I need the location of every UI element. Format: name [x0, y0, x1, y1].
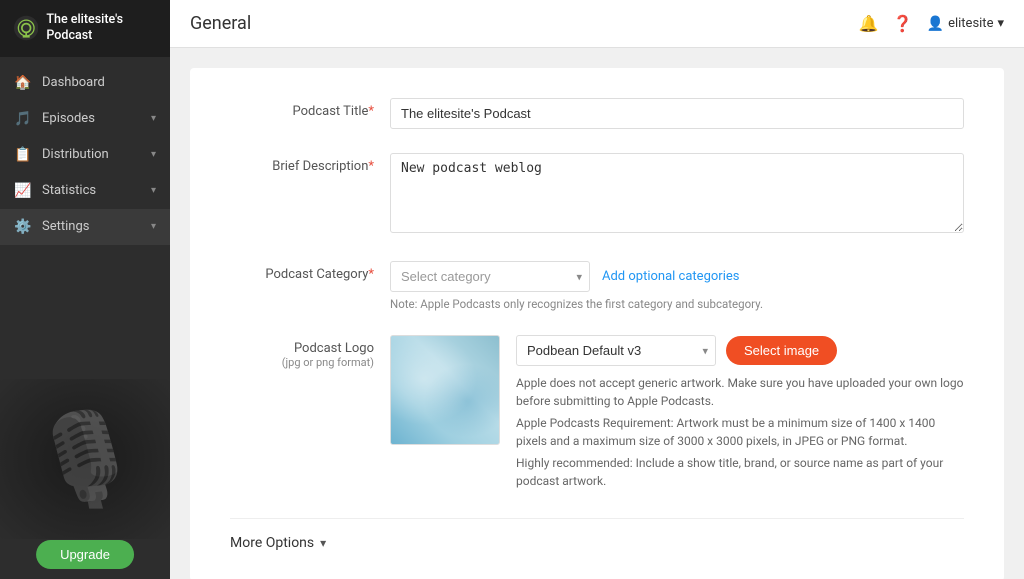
- sidebar-item-episodes[interactable]: 🎵 Episodes ▾: [0, 101, 170, 137]
- divider: [230, 518, 964, 519]
- category-label: Podcast Category*: [230, 261, 390, 282]
- user-label: elitesite: [948, 16, 993, 31]
- select-image-button[interactable]: Select image: [726, 336, 837, 365]
- logo-info-text: Apple does not accept generic artwork. M…: [516, 374, 964, 494]
- topbar: General 🔔 ❓ 👤 elitesite ▾: [170, 0, 1024, 48]
- topbar-actions: 🔔 ❓ 👤 elitesite ▾: [859, 14, 1004, 33]
- logo-info-2: Apple Podcasts Requirement: Artwork must…: [516, 414, 964, 450]
- user-menu-arrow-icon: ▾: [997, 16, 1004, 31]
- sidebar-header: The elitesite's Podcast: [0, 0, 170, 57]
- episodes-icon: 🎵: [14, 111, 32, 127]
- sidebar-item-statistics[interactable]: 📈 Statistics ▾: [0, 173, 170, 209]
- logo-content-row: Podbean Default v3 ▾ Select image Apple …: [390, 335, 964, 494]
- logo-top-row: Podbean Default v3 ▾ Select image: [516, 335, 964, 366]
- page-title: General: [190, 13, 251, 34]
- chevron-right-icon: ▾: [151, 221, 156, 232]
- home-icon: 🏠: [14, 75, 32, 91]
- logo-info-3: Highly recommended: Include a show title…: [516, 454, 964, 490]
- description-textarea[interactable]: New podcast weblog: [390, 153, 964, 233]
- category-row: Podcast Category* Select category ▾ Add …: [230, 261, 964, 311]
- user-menu[interactable]: 👤 elitesite ▾: [927, 16, 1004, 32]
- sidebar-item-label: Distribution: [42, 147, 109, 162]
- settings-icon: ⚙️: [14, 219, 32, 235]
- sidebar-item-dashboard[interactable]: 🏠 Dashboard: [0, 65, 170, 101]
- statistics-icon: 📈: [14, 183, 32, 199]
- logo-sub-label: (jpg or png format): [230, 356, 374, 369]
- main-content: General 🔔 ❓ 👤 elitesite ▾ Podcast Title*: [170, 0, 1024, 579]
- logo-row: Podcast Logo (jpg or png format) Pod: [230, 335, 964, 494]
- distribution-icon: 📋: [14, 147, 32, 163]
- podcast-title-input[interactable]: [390, 98, 964, 129]
- help-icon[interactable]: ❓: [893, 14, 913, 33]
- category-select[interactable]: Select category: [390, 261, 590, 292]
- logo-info-1: Apple does not accept generic artwork. M…: [516, 374, 964, 410]
- logo-preview-image: [391, 336, 499, 444]
- sidebar-item-label: Statistics: [42, 183, 96, 198]
- description-row: Brief Description* New podcast weblog: [230, 153, 964, 237]
- add-categories-link[interactable]: Add optional categories: [602, 269, 739, 284]
- logo-control: Podbean Default v3 ▾ Select image Apple …: [390, 335, 964, 494]
- category-select-wrap: Select category ▾: [390, 261, 590, 292]
- logo-style-select[interactable]: Podbean Default v3: [516, 335, 716, 366]
- upgrade-button[interactable]: Upgrade: [36, 540, 134, 569]
- more-options-arrow-icon: ▾: [320, 536, 326, 550]
- general-settings-card: Podcast Title* Brief Description* New po…: [190, 68, 1004, 579]
- sidebar-item-settings[interactable]: ⚙️ Settings ▾: [0, 209, 170, 245]
- category-control: Select category ▾ Add optional categorie…: [390, 261, 964, 311]
- podcast-title-row: Podcast Title*: [230, 98, 964, 129]
- sidebar-item-distribution[interactable]: 📋 Distribution ▾: [0, 137, 170, 173]
- sidebar-background-image: 🎙️: [0, 379, 170, 539]
- sidebar-item-label: Episodes: [42, 111, 95, 126]
- bell-icon[interactable]: 🔔: [859, 14, 879, 33]
- podcast-logo-icon: [14, 14, 38, 42]
- category-note: Note: Apple Podcasts only recognizes the…: [390, 297, 964, 311]
- logo-controls: Podbean Default v3 ▾ Select image Apple …: [516, 335, 964, 494]
- more-options-label: More Options: [230, 535, 314, 551]
- podcast-title-label: Podcast Title*: [230, 98, 390, 119]
- logo-select-wrap: Podbean Default v3 ▾: [516, 335, 716, 366]
- sidebar-podcast-title: The elitesite's Podcast: [46, 12, 156, 45]
- more-options-row[interactable]: More Options ▾: [230, 535, 964, 551]
- logo-preview: [390, 335, 500, 445]
- chevron-right-icon: ▾: [151, 149, 156, 160]
- content-area: Podcast Title* Brief Description* New po…: [170, 48, 1024, 579]
- description-label: Brief Description*: [230, 153, 390, 174]
- sidebar-item-label: Settings: [42, 219, 89, 234]
- chevron-right-icon: ▾: [151, 113, 156, 124]
- sidebar-item-label: Dashboard: [42, 75, 105, 90]
- sidebar: The elitesite's Podcast 🏠 Dashboard 🎵 Ep…: [0, 0, 170, 579]
- category-select-row: Select category ▾ Add optional categorie…: [390, 261, 964, 292]
- podcast-title-control: [390, 98, 964, 129]
- logo-label: Podcast Logo (jpg or png format): [230, 335, 390, 369]
- chevron-right-icon: ▾: [151, 185, 156, 196]
- user-icon: 👤: [927, 16, 944, 32]
- description-control: New podcast weblog: [390, 153, 964, 237]
